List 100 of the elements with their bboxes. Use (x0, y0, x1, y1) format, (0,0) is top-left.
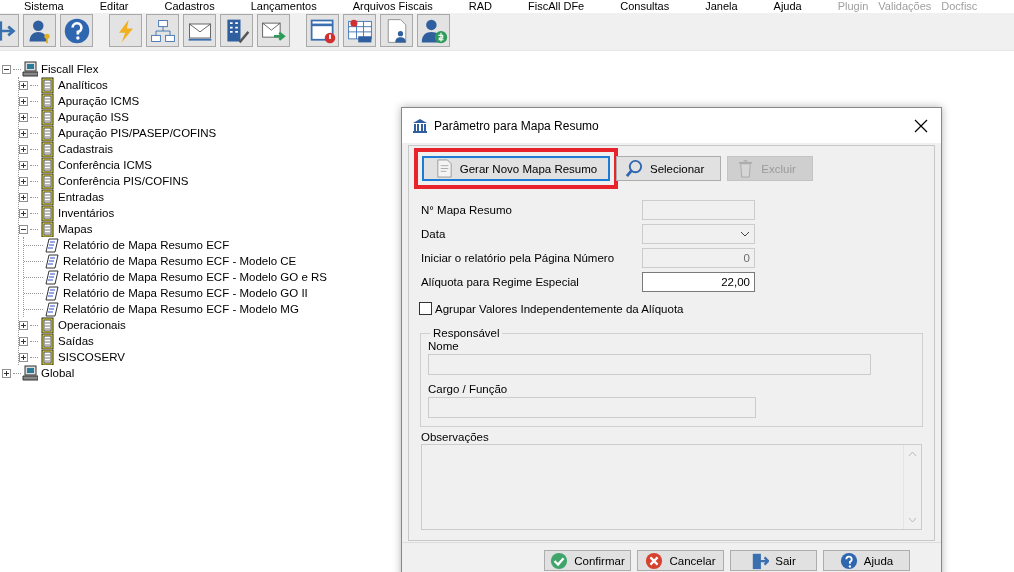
help-icon (839, 551, 858, 570)
tree-item[interactable]: Relatório de Mapa Resumo ECF - Modelo CE (63, 255, 297, 267)
menu-item[interactable]: RAD (468, 0, 492, 13)
clipboard-icon (39, 189, 55, 205)
toolbar-button[interactable] (60, 14, 93, 47)
tree-item[interactable]: Entradas (58, 191, 105, 203)
tree-item[interactable]: Inventários (58, 207, 115, 219)
tree-item[interactable]: Conferência ICMS (58, 159, 152, 171)
expand-toggle[interactable] (19, 128, 28, 138)
toolbar-button[interactable] (306, 14, 339, 47)
report-icon (44, 253, 60, 269)
field-label: Cargo / Função (428, 383, 509, 395)
tree-item[interactable]: Operacionais (58, 319, 126, 331)
expand-toggle[interactable] (19, 96, 28, 106)
document-icon (434, 159, 454, 178)
clipboard-icon (39, 173, 55, 189)
cancel-icon (645, 551, 664, 570)
tree-item[interactable]: Analíticos (58, 79, 108, 91)
clipboard-icon (39, 221, 55, 237)
dialog-title: Parâmetro para Mapa Resumo (434, 118, 600, 133)
dialog-button[interactable]: Cancelar (637, 550, 724, 571)
tree-item[interactable]: Relatório de Mapa Resumo ECF - Modelo MG (63, 303, 299, 315)
report-icon (44, 285, 60, 301)
clipboard-icon (39, 141, 55, 157)
dialog-button[interactable]: Confirmar (544, 550, 631, 571)
computer-icon (22, 365, 38, 381)
expand-toggle[interactable] (19, 144, 28, 154)
clipboard-icon (39, 109, 55, 125)
clipboard-icon (39, 77, 55, 93)
field-label: Data (421, 228, 447, 240)
dialog-button[interactable]: Ajuda (823, 550, 910, 571)
menu-item[interactable]: Editar (99, 0, 129, 13)
bank-icon (412, 117, 428, 134)
menu-item[interactable]: Cadastros (164, 0, 215, 13)
menu-item[interactable]: Ajuda (773, 0, 802, 13)
report-icon (44, 269, 60, 285)
expand-toggle[interactable] (2, 368, 11, 378)
input-field[interactable]: 22,00 (642, 272, 755, 292)
expand-toggle[interactable] (19, 80, 28, 90)
expand-toggle[interactable] (19, 112, 28, 122)
tree-item[interactable]: Global (41, 367, 75, 379)
clipboard-icon (39, 349, 55, 365)
menu-item[interactable]: Arquivos Fiscais (352, 0, 433, 13)
tree-item[interactable]: Saídas (58, 335, 94, 347)
tree-item[interactable]: Relatório de Mapa Resumo ECF - Modelo GO II (63, 287, 308, 299)
expand-toggle[interactable] (19, 160, 28, 170)
caret-icon (740, 231, 750, 237)
tree-item[interactable]: SISCOSERV (58, 351, 125, 363)
checkbox-label: Agrupar Valores Independentemente da Alíquota (435, 302, 684, 315)
expand-toggle[interactable] (19, 336, 28, 346)
dialog-button[interactable]: Sair (730, 550, 817, 571)
menu-item[interactable]: Janela (705, 0, 738, 13)
menu-item[interactable]: Consultas (620, 0, 670, 13)
tree-item[interactable]: Relatório de Mapa Resumo ECF - Modelo GO e RS (63, 271, 327, 283)
tree-item[interactable]: Conferência PIS/COFINS (58, 175, 189, 187)
clipboard-icon (39, 125, 55, 141)
check-icon (550, 551, 569, 570)
toolbar-button[interactable] (417, 14, 450, 47)
toolbar-button[interactable] (220, 14, 253, 47)
tree-item[interactable]: Apuração PIS/PASEP/COFINS (58, 127, 217, 139)
report-icon (44, 237, 60, 253)
tree-item[interactable]: Cadastrais (58, 143, 113, 155)
expand-toggle[interactable] (19, 208, 28, 218)
menu-item[interactable]: Lançamentos (250, 0, 317, 13)
clipboard-icon (39, 317, 55, 333)
tree-item[interactable]: Apuração ICMS (58, 95, 140, 107)
expand-toggle[interactable] (19, 192, 28, 202)
exit-icon (751, 551, 770, 570)
toolbar-button[interactable] (343, 14, 376, 47)
expand-toggle[interactable] (19, 320, 28, 330)
expand-toggle[interactable] (19, 176, 28, 186)
action-button[interactable]: Selecionar (616, 156, 722, 181)
field-label: Alíquota para Regime Especial (421, 276, 580, 288)
checkbox[interactable] (419, 302, 432, 315)
search-icon (625, 159, 644, 178)
clipboard-icon (39, 205, 55, 221)
toolbar-button[interactable] (23, 14, 56, 47)
group-legend: Responsável (430, 327, 503, 339)
tree-item[interactable]: Fiscall Flex (41, 63, 99, 75)
clipboard-icon (39, 333, 55, 349)
tree-item[interactable]: Mapas (58, 223, 93, 235)
computer-icon (22, 61, 38, 77)
clipboard-icon (39, 157, 55, 173)
menu-item[interactable]: FiscAll DFe (528, 0, 585, 13)
field-label: Iniciar o relatório pela Página Número (421, 252, 616, 264)
toolbar-button[interactable] (257, 14, 290, 47)
field-label: Observações (421, 431, 490, 443)
collapse-toggle[interactable] (19, 224, 28, 234)
toolbar-button[interactable] (380, 14, 413, 47)
tree-item[interactable]: Relatório de Mapa Resumo ECF (63, 239, 230, 251)
report-icon (44, 301, 60, 317)
expand-toggle[interactable] (19, 352, 28, 362)
menu-item[interactable]: Sistema (24, 0, 64, 13)
field-label: N° Mapa Resumo (421, 204, 513, 216)
collapse-toggle[interactable] (2, 64, 11, 74)
toolbar-button[interactable] (183, 14, 216, 47)
tree-item[interactable]: Apuração ISS (58, 111, 129, 123)
toolbar-button[interactable] (146, 14, 179, 47)
clipboard-icon (39, 93, 55, 109)
help-icon (62, 16, 91, 45)
